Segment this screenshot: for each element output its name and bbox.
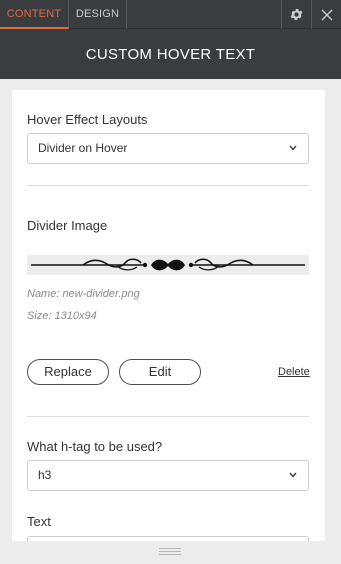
divider-image-label: Divider Image bbox=[27, 218, 108, 233]
close-button[interactable] bbox=[311, 0, 341, 29]
text-label: Text bbox=[27, 514, 51, 529]
hover-layout-value: Divider on Hover bbox=[38, 141, 128, 155]
edit-button[interactable]: Edit bbox=[119, 359, 201, 385]
section-divider bbox=[27, 416, 309, 417]
section-divider bbox=[27, 185, 309, 186]
grip-icon[interactable] bbox=[159, 548, 181, 555]
gear-icon bbox=[290, 9, 303, 20]
panel-topbar: CONTENT DESIGN bbox=[0, 0, 341, 29]
tab-design[interactable]: DESIGN bbox=[69, 0, 127, 29]
image-size: Size: 1310x94 bbox=[27, 310, 97, 322]
replace-button[interactable]: Replace bbox=[27, 359, 109, 385]
htag-select[interactable]: h3 bbox=[27, 460, 309, 491]
image-filename: Name: new-divider.png bbox=[27, 288, 140, 300]
settings-button[interactable] bbox=[281, 0, 311, 29]
ornament-divider-image bbox=[31, 258, 305, 271]
hover-layout-label: Hover Effect Layouts bbox=[27, 112, 148, 127]
delete-link[interactable]: Delete bbox=[278, 366, 310, 378]
tab-content[interactable]: CONTENT bbox=[0, 0, 69, 29]
resize-bar bbox=[0, 541, 341, 564]
close-icon bbox=[321, 9, 332, 20]
chevron-down-icon bbox=[289, 145, 297, 151]
htag-value: h3 bbox=[38, 468, 52, 482]
htag-label: What h-tag to be used? bbox=[27, 439, 163, 454]
chevron-down-icon bbox=[289, 472, 297, 478]
hover-layout-select[interactable]: Divider on Hover bbox=[27, 133, 309, 164]
panel-title: CUSTOM HOVER TEXT bbox=[0, 29, 341, 79]
settings-card: Hover Effect Layouts Divider on Hover Di… bbox=[12, 90, 325, 542]
divider-image-preview bbox=[27, 255, 309, 275]
